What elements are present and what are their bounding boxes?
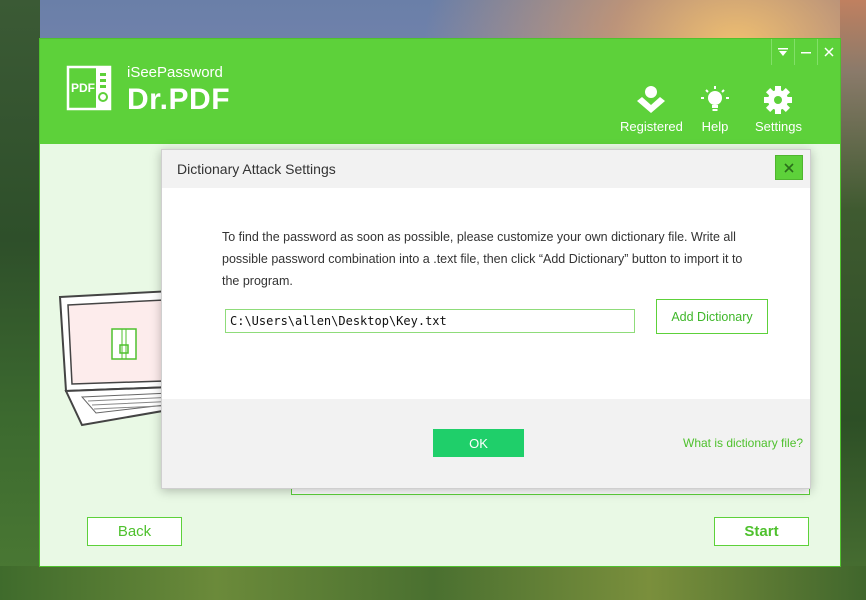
registered-user-icon	[637, 86, 666, 113]
nav-settings-label: Settings	[755, 119, 802, 134]
dialog-close-button[interactable]	[775, 155, 803, 180]
window-controls	[771, 39, 840, 65]
brand-name-big: Dr.PDF	[127, 83, 231, 116]
lightbulb-icon	[701, 86, 729, 111]
background-foliage-left	[0, 0, 40, 600]
brand-name-small: iSeePassword	[127, 64, 223, 81]
nav-registered[interactable]: Registered	[620, 85, 683, 134]
add-dictionary-button[interactable]: Add Dictionary	[656, 299, 768, 334]
logo-label: PDF	[71, 81, 95, 95]
dropdown-menu-button[interactable]	[771, 39, 794, 65]
app-header: PDF iSeePassword Dr.PDF Registered Help …	[40, 39, 840, 144]
nav-registered-label: Registered	[620, 119, 683, 134]
dialog-footer: OK What is dictionary file?	[162, 399, 810, 488]
close-window-button[interactable]	[817, 39, 840, 65]
gear-icon	[764, 86, 793, 114]
background-foliage-bottom	[0, 566, 866, 600]
dialog-title: Dictionary Attack Settings	[177, 161, 336, 177]
dictionary-path-input[interactable]	[225, 309, 635, 333]
ok-button[interactable]: OK	[433, 429, 524, 457]
nav-settings[interactable]: Settings	[755, 85, 802, 134]
minimize-icon	[801, 52, 811, 54]
minimize-button[interactable]	[794, 39, 817, 65]
nav-help-label: Help	[701, 119, 729, 134]
chevron-down-icon	[778, 48, 788, 56]
start-button[interactable]: Start	[714, 517, 809, 546]
dialog-titlebar: Dictionary Attack Settings	[162, 150, 810, 188]
nav-help[interactable]: Help	[700, 85, 730, 134]
close-icon	[784, 162, 794, 173]
pdf-logo-icon: PDF	[66, 65, 112, 111]
close-icon	[824, 47, 834, 57]
dictionary-help-link[interactable]: What is dictionary file?	[683, 436, 803, 450]
back-button[interactable]: Back	[87, 517, 182, 546]
dictionary-settings-dialog: Dictionary Attack Settings To find the p…	[161, 149, 811, 489]
dialog-description: To find the password as soon as possible…	[222, 230, 743, 288]
background-foliage-right	[840, 0, 866, 600]
